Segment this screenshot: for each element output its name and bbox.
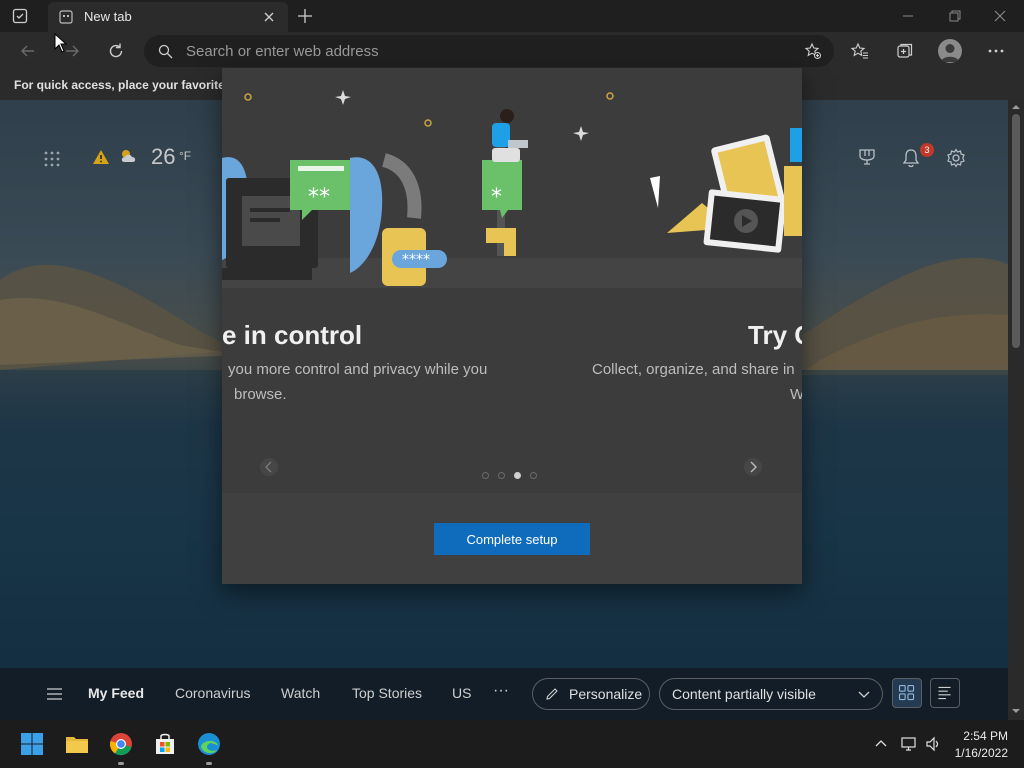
close-tab-icon[interactable] — [262, 10, 276, 24]
carousel-next-icon[interactable] — [744, 458, 762, 476]
scroll-down-icon[interactable] — [1011, 706, 1021, 716]
feed-tab-us[interactable]: US — [452, 685, 471, 701]
slide-description-privacy-line2: browse. — [234, 386, 287, 403]
content-visibility-value: Content partially visible — [672, 686, 816, 702]
tab-title: New tab — [84, 9, 132, 24]
list-layout-button[interactable] — [930, 678, 960, 708]
file-explorer-icon[interactable] — [65, 732, 89, 756]
network-icon[interactable] — [901, 736, 917, 752]
browser-tab[interactable]: New tab — [48, 2, 288, 32]
gear-icon[interactable] — [946, 148, 966, 168]
setup-dialog: ** **** * e in control you more control … — [222, 68, 802, 584]
svg-text:*: * — [491, 185, 502, 210]
search-icon — [158, 44, 173, 59]
bell-icon[interactable] — [902, 148, 920, 168]
grid-layout-button[interactable] — [892, 678, 922, 708]
mouse-cursor-icon — [54, 33, 68, 53]
show-hidden-icons-icon[interactable] — [873, 736, 889, 752]
restore-button[interactable] — [945, 6, 965, 26]
refresh-icon[interactable] — [106, 41, 126, 61]
address-input[interactable] — [186, 42, 786, 60]
password-mask: **** — [402, 252, 430, 268]
chrome-running-indicator — [118, 762, 124, 765]
scrollbar-thumb[interactable] — [1012, 114, 1020, 348]
privacy-illustration: ** **** * — [222, 68, 802, 288]
collections-icon[interactable] — [895, 41, 915, 61]
feed-navigation-bar: My Feed Coronavirus Watch Top Stories US… — [0, 668, 1008, 720]
partly-cloudy-icon — [118, 148, 140, 164]
complete-setup-button[interactable]: Complete setup — [434, 523, 590, 555]
title-bar: New tab — [0, 0, 1024, 32]
edge-running-indicator — [206, 762, 212, 765]
svg-text:**: ** — [308, 185, 330, 210]
carousel-dot[interactable] — [482, 472, 489, 479]
carousel-previous-icon[interactable] — [260, 458, 278, 476]
slide-description-privacy-line1: you more control and privacy while you — [228, 361, 488, 378]
clock-date[interactable]: 1/16/2022 — [955, 746, 1008, 760]
clock-time[interactable]: 2:54 PM — [963, 729, 1008, 743]
star-add-icon[interactable] — [804, 42, 822, 60]
app-launcher-icon[interactable] — [43, 150, 61, 168]
slide-description-collections-line1: Collect, organize, and share in — [592, 361, 795, 378]
feed-more-button[interactable]: ··· — [493, 682, 509, 700]
rewards-icon[interactable] — [858, 148, 876, 166]
edge-icon[interactable] — [197, 732, 221, 756]
volume-icon[interactable] — [925, 736, 941, 752]
back-arrow-icon[interactable] — [18, 41, 38, 61]
minimize-button[interactable] — [898, 6, 918, 26]
address-bar[interactable] — [144, 35, 834, 67]
slide-title-collections: Try C — [748, 320, 802, 350]
chrome-icon[interactable] — [109, 732, 133, 756]
content-visibility-dropdown[interactable]: Content partially visible — [659, 678, 883, 710]
feed-tab-watch[interactable]: Watch — [281, 685, 320, 701]
carousel-dot[interactable] — [514, 472, 521, 479]
new-tab-button[interactable] — [296, 7, 314, 25]
carousel-dot[interactable] — [498, 472, 505, 479]
windows-start-icon[interactable] — [20, 732, 44, 756]
microsoft-store-icon[interactable] — [153, 732, 177, 756]
favorites-icon[interactable] — [850, 41, 870, 61]
navigation-toolbar — [0, 32, 1024, 70]
notification-badge: 3 — [920, 143, 934, 157]
new-tab-icon — [59, 10, 73, 24]
slide-title-privacy: e in control — [222, 320, 363, 350]
tab-actions-icon[interactable] — [12, 8, 28, 24]
close-window-button[interactable] — [990, 6, 1010, 26]
feed-tab-coronavirus[interactable]: Coronavirus — [175, 685, 250, 701]
carousel-dots — [482, 472, 542, 480]
pencil-icon — [545, 687, 559, 701]
feed-tab-top-stories[interactable]: Top Stories — [352, 685, 422, 701]
taskbar: 2:54 PM 1/16/2022 — [0, 720, 1024, 768]
carousel-dot[interactable] — [530, 472, 537, 479]
warning-icon[interactable] — [92, 149, 110, 165]
temperature-unit[interactable]: °F — [179, 149, 191, 163]
list-layout-icon — [938, 686, 951, 700]
profile-icon[interactable] — [938, 39, 962, 63]
hamburger-menu-icon[interactable] — [46, 687, 63, 701]
temperature-value[interactable]: 26 — [151, 144, 175, 170]
more-icon[interactable] — [986, 41, 1006, 61]
dialog-footer: Complete setup — [222, 493, 802, 584]
personalize-button[interactable]: Personalize — [532, 678, 650, 710]
chevron-down-icon — [858, 689, 870, 699]
feed-tab-my-feed[interactable]: My Feed — [88, 685, 144, 701]
personalize-label: Personalize — [569, 686, 643, 702]
slide-description-collections-line2: W — [790, 386, 802, 403]
favorites-bar-message: For quick access, place your favorites h — [14, 78, 243, 92]
grid-layout-icon — [898, 684, 915, 701]
scroll-up-icon[interactable] — [1011, 102, 1021, 112]
page-scrollbar[interactable] — [1008, 100, 1024, 720]
